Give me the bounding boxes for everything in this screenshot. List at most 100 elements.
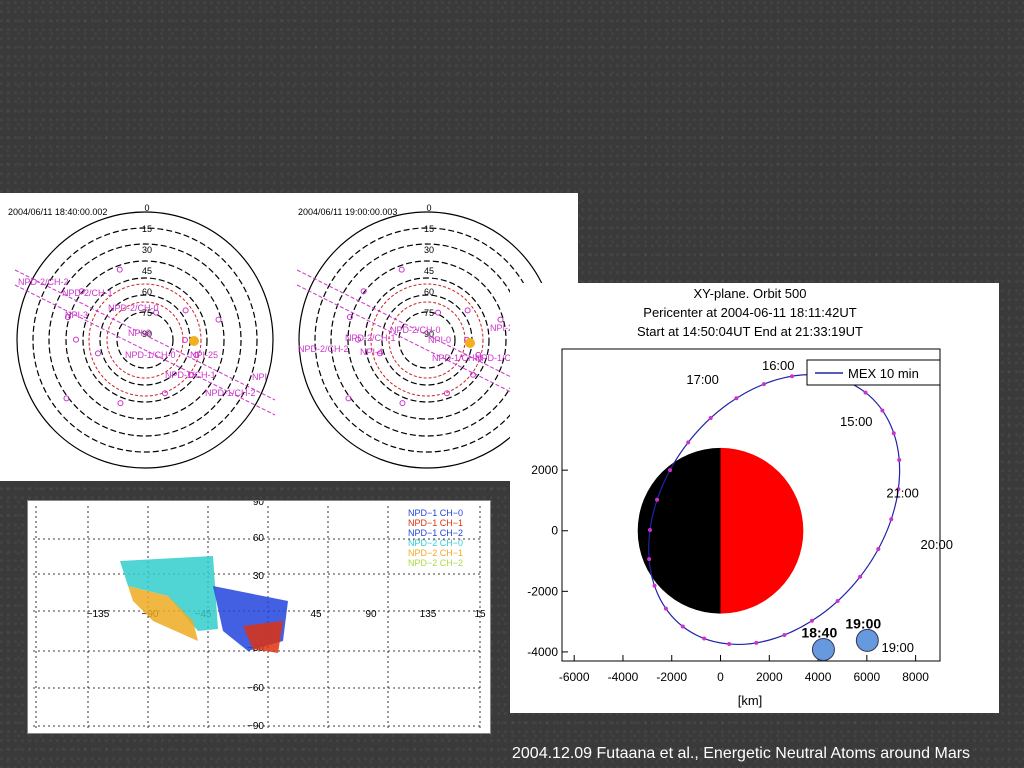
orbit-10min-marker — [835, 599, 840, 604]
polar-sector-label: NPD-2/CH-0 — [108, 303, 159, 313]
orbit-y-tick-label: -4000 — [527, 645, 558, 659]
orbit-10min-marker — [809, 618, 814, 623]
map-y-tick: −60 — [247, 683, 264, 694]
orbit-legend-label: MEX 10 min — [848, 366, 919, 381]
polar-ring-label: 60 — [424, 287, 434, 297]
orbit-x-tick-label: -6000 — [559, 670, 590, 684]
polar-ring-label: 45 — [424, 266, 434, 276]
map-legend-entry: NPD−2 CH−0 — [408, 538, 463, 548]
map-y-tick: 60 — [253, 533, 265, 544]
orbit-time-label: 20:00 — [920, 537, 953, 552]
polar-sector-label: NPI-9 — [128, 328, 151, 338]
polar-marker — [443, 390, 450, 397]
orbit-time-label: 16:00 — [762, 358, 795, 373]
polar-marker — [117, 400, 124, 407]
mex-position-marker — [855, 628, 879, 652]
polar-ring — [65, 260, 225, 420]
orbit-x-tick-label: 2000 — [756, 670, 783, 684]
angle-map: −135−90−45459013515906030−30−60−90NPD−1 … — [33, 497, 486, 732]
polar-right-timestamp: 2004/06/11 19:00:00.003 — [298, 207, 397, 217]
orbit-10min-marker — [655, 497, 660, 502]
polar-sector-label: NPI-0 — [428, 335, 451, 345]
orbit-10min-marker — [680, 624, 685, 629]
orbit-time-label: 17:00 — [686, 372, 719, 387]
orbit-10min-marker — [863, 390, 868, 395]
orbit-x-tick-label: 6000 — [853, 670, 880, 684]
orbit-10min-marker — [686, 440, 691, 445]
orbit-y-tick-label: -2000 — [527, 584, 558, 598]
polar-sector-label: NPD-2/CH-0 — [390, 325, 441, 335]
orbit-10min-marker — [647, 557, 652, 562]
orbit-time-label: 21:00 — [886, 485, 919, 500]
orbit-10min-marker — [647, 527, 652, 532]
orbit-subtitle-start-end: Start at 14:50:04UT End at 21:33:19UT — [637, 324, 863, 339]
polar-sector-label: NPD-2/CH-2 — [18, 277, 69, 287]
orbit-10min-marker — [668, 468, 673, 473]
mex-position-marker — [811, 637, 835, 661]
orbit-10min-marker — [708, 416, 713, 421]
polar-marker — [435, 309, 442, 316]
polar-marker — [399, 400, 406, 407]
map-x-tick: 90 — [365, 609, 377, 620]
orbit-10min-marker — [754, 640, 759, 645]
orbit-10min-marker — [652, 583, 657, 588]
orbit-10min-marker — [727, 642, 732, 647]
orbit-title: XY-plane. Orbit 500 — [694, 286, 807, 301]
polar-plots: 2004/06/11 18:40:00.002 0153045607590NPD… — [8, 203, 558, 469]
polar-ring-label: 75 — [424, 308, 434, 318]
sun-dot — [465, 338, 475, 348]
map-x-tick: 15 — [474, 609, 486, 620]
orbit-10min-marker — [663, 606, 668, 611]
polar-ring-label: 15 — [424, 224, 434, 234]
mars-dayside — [720, 447, 804, 614]
orbit-10min-marker — [880, 408, 885, 413]
polar-marker — [464, 307, 471, 314]
polar-ring-label: 0 — [144, 203, 149, 213]
polar-plot-left: 2004/06/11 18:40:00.002 0153045607590NPD… — [8, 203, 276, 469]
polar-marker — [398, 266, 405, 273]
polar-sector-label: NPD-2/CH-1 — [345, 333, 396, 343]
map-legend-entry: NPD−1 CH−0 — [408, 508, 463, 518]
polar-ring-label: 60 — [142, 287, 152, 297]
polar-plots-panel: 2004/06/11 18:40:00.002 0 15 30 45 60 75 90 NPD… — [0, 193, 578, 481]
orbit-10min-marker — [897, 457, 902, 462]
map-x-tick: −135 — [87, 609, 110, 620]
polar-left-timestamp: 2004/06/11 18:40:00.002 — [8, 207, 107, 217]
map-x-tick: 45 — [310, 609, 322, 620]
orbit-10min-marker — [790, 374, 795, 379]
orbit-10min-marker — [734, 396, 739, 401]
polar-ring-label: 15 — [142, 224, 152, 234]
polar-ring-label: 45 — [142, 266, 152, 276]
polar-ring-label: 30 — [142, 245, 152, 255]
polar-marker — [182, 307, 189, 314]
polar-sector-label: NPI — [252, 372, 267, 382]
polar-marker — [116, 266, 123, 273]
polar-ring-label: 0 — [426, 203, 431, 213]
orbit-10min-marker — [891, 431, 896, 436]
map-x-tick: 135 — [420, 609, 437, 620]
mex-time-label: 19:00 — [845, 615, 881, 631]
polar-marker — [73, 336, 80, 343]
orbit-subtitle-pericenter: Pericenter at 2004-06-11 18:11:42UT — [643, 305, 856, 320]
map-y-tick: 90 — [253, 501, 265, 508]
map-y-tick: −90 — [247, 721, 264, 732]
orbit-xlabel: [km] — [738, 693, 763, 708]
sun-dot — [189, 336, 199, 346]
polar-sector-label: NPD-1/CH-0 — [125, 350, 176, 360]
map-legend-entry: NPD−1 CH−1 — [408, 518, 463, 528]
orbit-x-tick-label: -2000 — [656, 670, 687, 684]
polar-marker — [215, 316, 222, 323]
map-legend-entry: NPD−1 CH−2 — [408, 528, 463, 538]
orbit-x-tick-label: 8000 — [902, 670, 929, 684]
orbit-plot: XY-plane. Orbit 500 Pericenter at 2004-0… — [527, 286, 953, 708]
polar-sector-label: NPD-2/CH-2 — [298, 344, 349, 354]
orbit-x-tick-label: 0 — [717, 670, 724, 684]
orbit-10min-marker — [761, 382, 766, 387]
polar-sector-label: NPD-1/CH-1 — [165, 370, 216, 380]
mex-time-label: 18:40 — [801, 624, 837, 640]
polar-marker — [497, 316, 504, 323]
orbit-y-tick-label: 2000 — [531, 463, 558, 477]
orbit-10min-marker — [858, 574, 863, 579]
polar-marker — [94, 350, 101, 357]
orbit-10min-marker — [889, 517, 894, 522]
